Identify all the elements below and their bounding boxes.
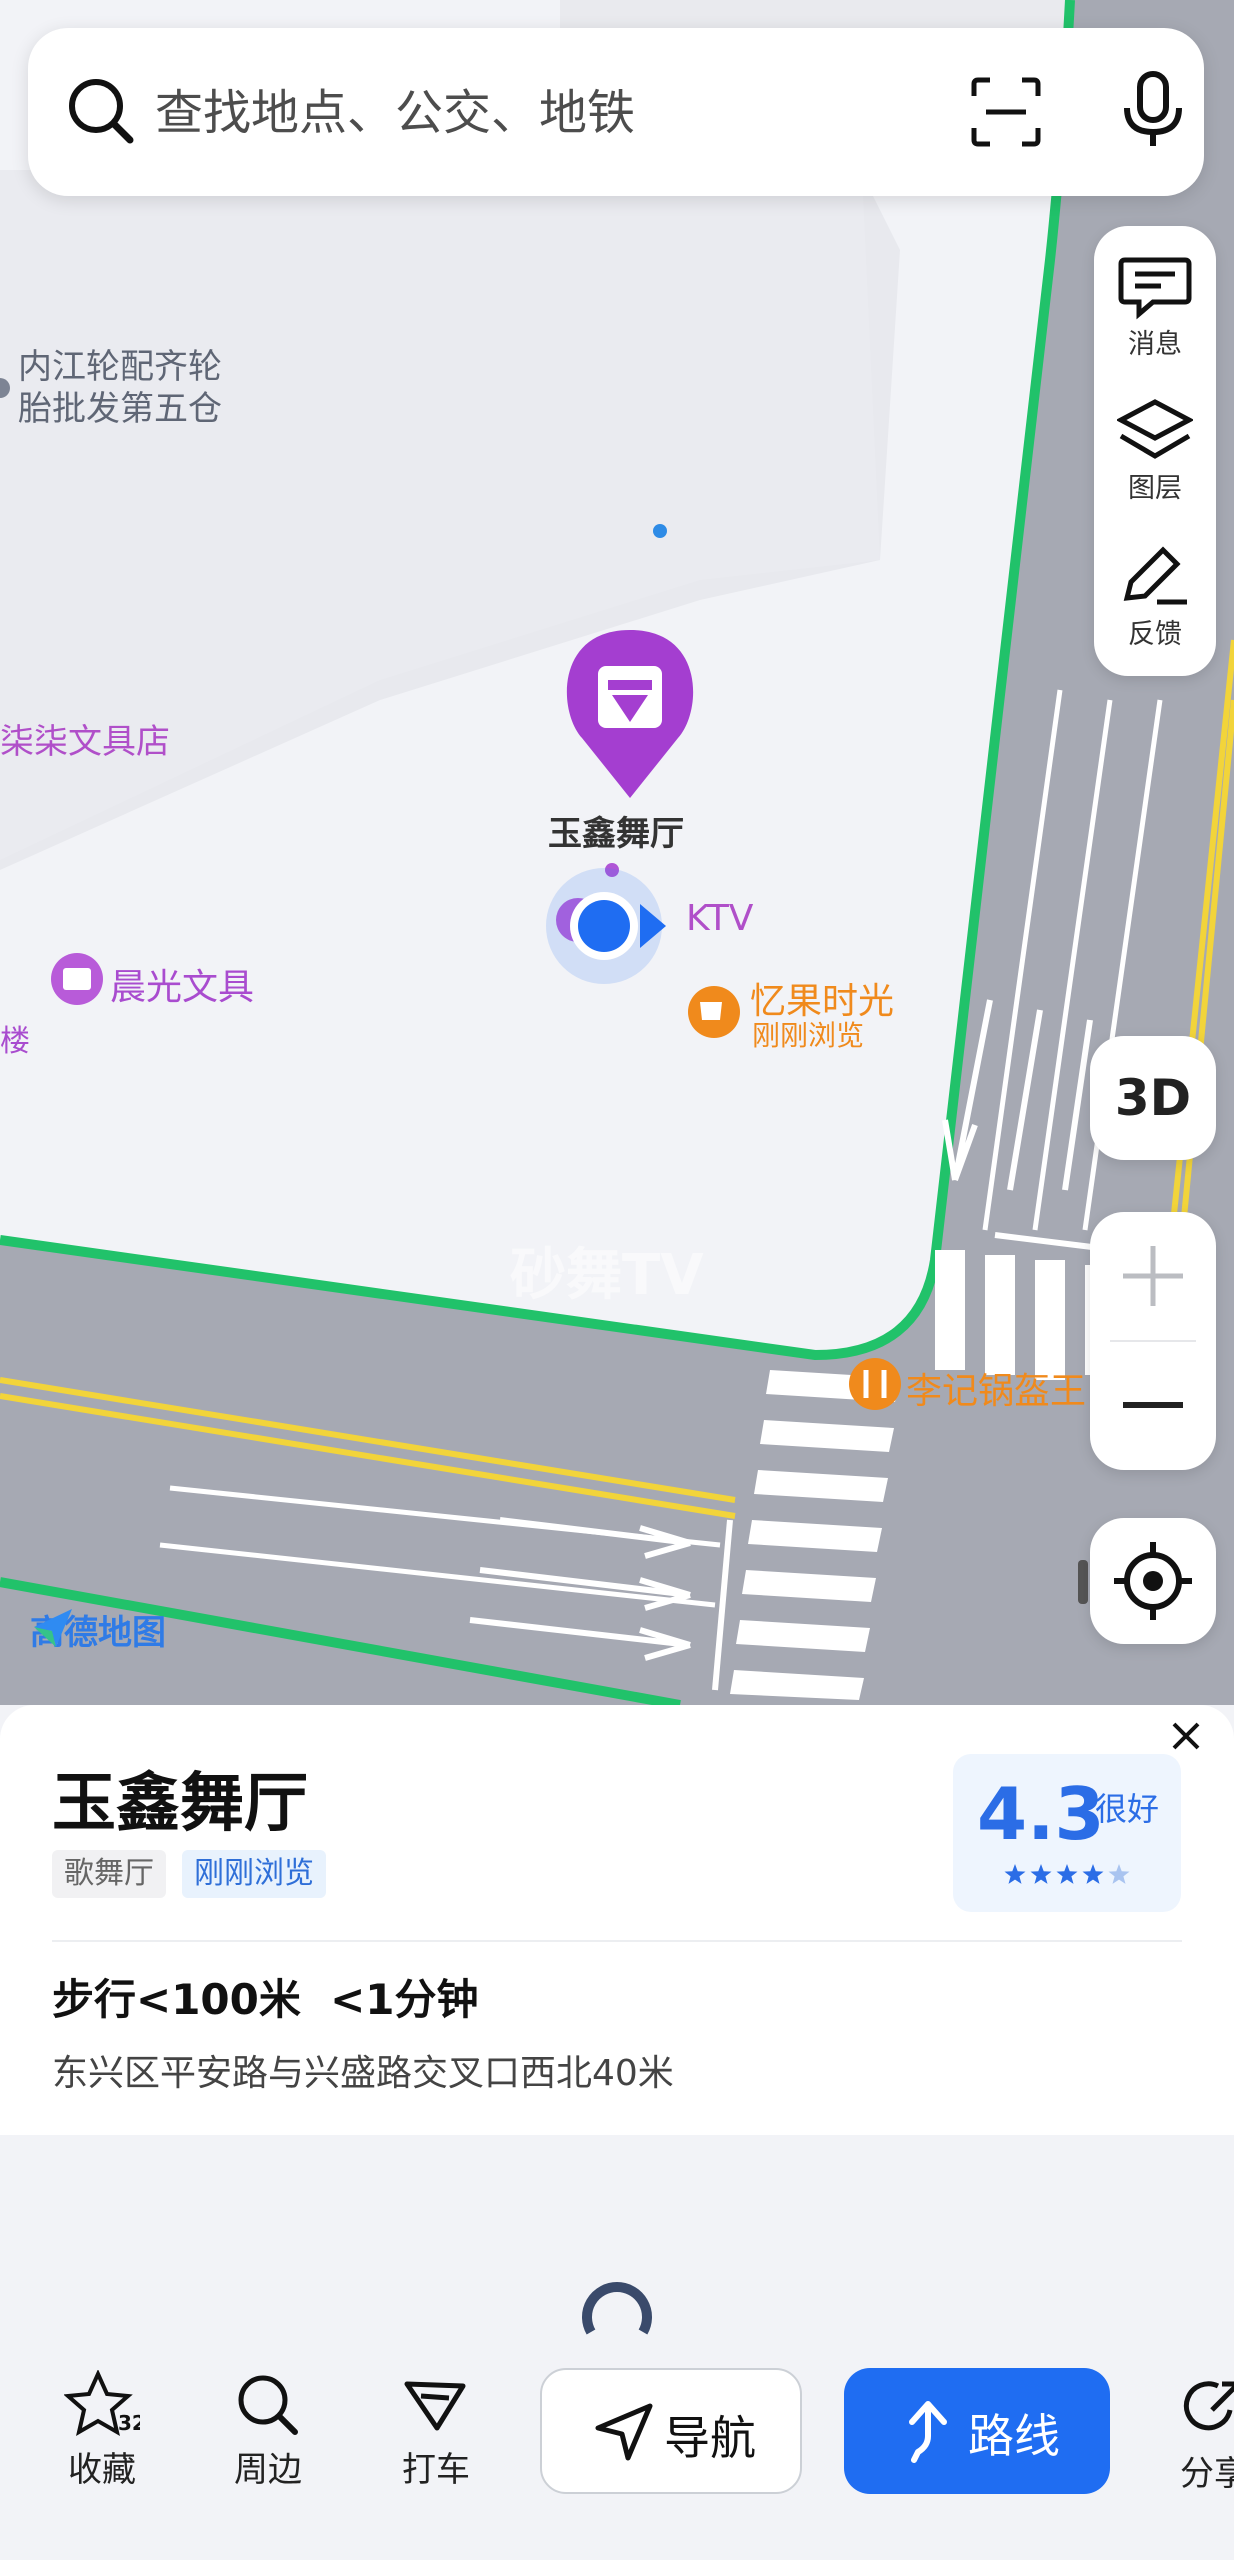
layers-icon	[1117, 399, 1193, 459]
amap-logo-icon	[34, 1609, 72, 1647]
taxi-button[interactable]: 打车	[376, 2370, 496, 2491]
route-arrow-icon	[909, 2401, 947, 2463]
scan-icon[interactable]	[968, 74, 1044, 150]
route-button[interactable]: 路线	[844, 2368, 1110, 2494]
search-input[interactable]	[153, 74, 757, 152]
rating-star-icon	[1082, 1864, 1104, 1884]
map-label-hotpot[interactable]: 李记锅盔王	[906, 1362, 1086, 1414]
close-icon[interactable]	[1166, 1716, 1206, 1756]
share-icon	[1183, 2381, 1234, 2431]
message-icon	[1118, 257, 1192, 320]
divider	[52, 1940, 1182, 1942]
share-label: 分享	[1180, 2454, 1234, 2494]
crosshair-icon	[1114, 1542, 1192, 1620]
taxi-label: 打车	[402, 2450, 470, 2490]
toggle-3d-button[interactable]: 3D	[1090, 1036, 1216, 1160]
rating-star-icon	[1056, 1864, 1078, 1884]
search-bar[interactable]	[28, 28, 1204, 196]
locate-me-button[interactable]	[1090, 1518, 1216, 1644]
microphone-icon[interactable]	[1111, 68, 1195, 152]
map-label-chenguang[interactable]: 晨光文具	[110, 958, 254, 1010]
feedback-button[interactable]: 反馈	[1094, 532, 1216, 672]
amap-logo: 高德地图	[30, 1605, 166, 1655]
map-label-stationery[interactable]: 柒柒文具店	[0, 714, 170, 763]
rating-word: 很好	[1095, 1790, 1160, 1828]
layers-label: 图层	[1128, 473, 1182, 504]
loading-spinner-icon	[582, 2282, 652, 2335]
favorite-label: 收藏	[68, 2450, 136, 2490]
messages-button[interactable]: 消息	[1094, 242, 1216, 382]
minus-icon	[1123, 1402, 1183, 1408]
place-title: 玉鑫舞厅	[52, 1767, 308, 1841]
rating-card[interactable]: 4.3 很好	[953, 1754, 1181, 1912]
nearby-button[interactable]: 周边	[208, 2370, 328, 2491]
map-label-edge: 楼	[0, 1024, 30, 1059]
edit-pencil-icon	[1123, 546, 1187, 605]
zoom-out-button[interactable]	[1090, 1341, 1216, 1470]
star-icon: 32	[64, 2370, 140, 2437]
rating-star-icon	[1030, 1864, 1052, 1884]
rating-stars	[1004, 1864, 1130, 1884]
map-label-yiguo-sub: 刚刚浏览	[752, 1019, 865, 1052]
favorite-button[interactable]: 32 收藏	[42, 2370, 162, 2491]
rating-score: 4.3	[977, 1772, 1105, 1856]
messages-label: 消息	[1128, 329, 1182, 360]
category-tag: 歌舞厅	[52, 1850, 166, 1898]
taxi-icon	[404, 2381, 466, 2431]
plus-icon	[1123, 1246, 1183, 1306]
map-side-panel: 消息 图层 反馈	[1094, 226, 1216, 676]
layers-button[interactable]: 图层	[1094, 386, 1216, 526]
navigation-arrow-icon	[595, 2403, 653, 2461]
map-label-tire-shop[interactable]: 内江轮配齐轮 胎批发第五仓	[18, 346, 222, 430]
walking-distance: 步行<100米 <1分钟	[52, 1975, 479, 2024]
address: 东兴区平安路与兴盛路交叉口西北40米	[52, 2053, 674, 2094]
rating-star-icon	[1108, 1864, 1130, 1884]
share-button[interactable]: 分享	[1180, 2370, 1234, 2495]
search-icon	[238, 2375, 298, 2435]
recently-viewed-tag: 刚刚浏览	[182, 1850, 326, 1898]
zoom-controls	[1090, 1212, 1216, 1470]
favorite-count: 32	[118, 2411, 140, 2435]
route-label: 路线	[968, 2409, 1060, 2463]
navigate-label: 导航	[664, 2411, 756, 2465]
map-view[interactable]: 内江轮配齐轮 胎批发第五仓 柒柒文具店 玉鑫舞厅 KTV 晨光文具 楼 忆果时光…	[0, 0, 1234, 1705]
map-label-selected-poi[interactable]: 玉鑫舞厅	[548, 806, 684, 855]
navigate-button[interactable]: 导航	[540, 2368, 802, 2494]
map-label-ktv[interactable]: KTV	[686, 898, 753, 939]
search-icon	[69, 79, 134, 144]
watermark: 砂舞TV	[510, 1243, 704, 1308]
rating-star-icon	[1004, 1864, 1026, 1884]
feedback-label: 反馈	[1128, 619, 1182, 650]
nearby-label: 周边	[234, 2450, 302, 2490]
zoom-in-button[interactable]	[1090, 1212, 1216, 1341]
